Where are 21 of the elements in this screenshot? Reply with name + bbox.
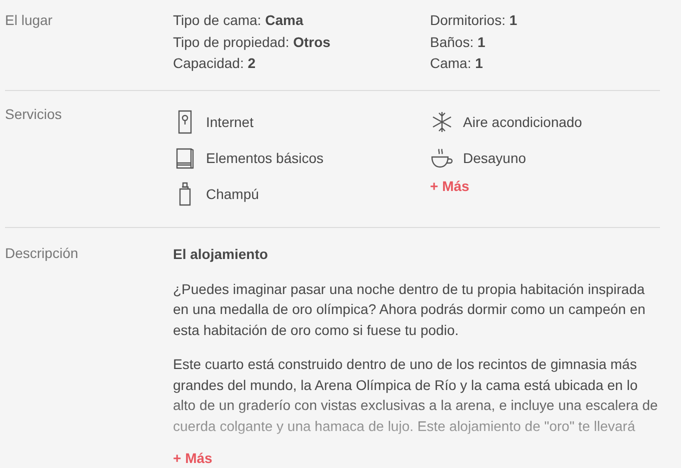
- amenity-label: Aire acondicionado: [463, 114, 582, 130]
- section-label: Descripción: [5, 244, 80, 263]
- description-paragraph: ¿Puedes imaginar pasar una noche dentro de tu propia habitación inspirada en una medalla de oro olímpica? Ahora podrás dormir como un campeón en esta habitación de oro como si fuese tu podio.: [173, 280, 646, 340]
- section-label: El lugar: [5, 11, 54, 30]
- detail-text: Tipo de cama: Cama: [173, 11, 304, 30]
- amenity-label: Internet: [206, 114, 254, 130]
- description-heading: El alojamiento: [173, 244, 269, 264]
- description-paragraph: Este cuarto está construido dentro de uno de los recintos de gimnasia más grandes del mundo, la Arena Olímpica de Río y la cama está ubicada en lo alto de un graderío con vistas exclusivas a la arena, e incluye una escalera de cuerda colgante y una hamaca de lujo. Este alojamiento de "oro" te llevará: [173, 355, 659, 436]
- amenity-label: Desayuno: [463, 150, 526, 166]
- snowflake-icon: [430, 110, 454, 132]
- detail-text: Dormitorios: 1: [430, 11, 518, 30]
- section-label: Servicios: [5, 104, 63, 124]
- detail-text: Cama: 1: [430, 54, 484, 73]
- cup-icon: [430, 146, 454, 168]
- more-link[interactable]: + Más: [430, 176, 681, 196]
- amenity-label: Champú: [206, 186, 259, 202]
- detail-text: Baños: 1: [430, 32, 486, 52]
- detail-text: Tipo de propiedad: Otros: [173, 32, 332, 52]
- more-link[interactable]: + Más: [173, 448, 663, 468]
- amenity-label: Elementos básicos: [206, 150, 324, 166]
- detail-text: Capacidad: 2: [173, 54, 257, 73]
